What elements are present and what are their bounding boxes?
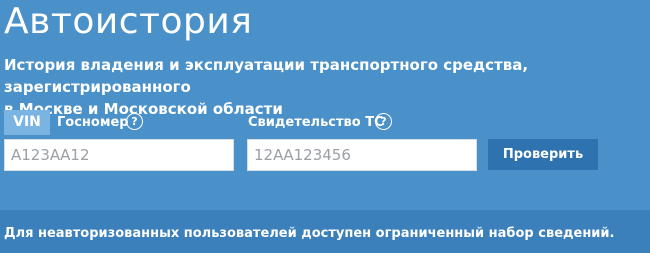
tab-gosnomer[interactable]: Госномер: [57, 110, 129, 135]
check-button[interactable]: Проверить: [488, 139, 598, 170]
help-icon[interactable]: ?: [375, 113, 392, 130]
page-title: Автоистория: [4, 1, 253, 42]
gosnomer-input[interactable]: [4, 139, 234, 171]
unauthorized-notice: Для неавторизованных пользователей досту…: [4, 226, 615, 241]
sts-label: Свидетельство ТС: [248, 115, 384, 130]
sts-input[interactable]: [247, 139, 477, 171]
help-icon[interactable]: ?: [126, 113, 143, 130]
tab-vin[interactable]: VIN: [4, 110, 50, 135]
footer-band: Для неавторизованных пользователей досту…: [0, 210, 650, 253]
